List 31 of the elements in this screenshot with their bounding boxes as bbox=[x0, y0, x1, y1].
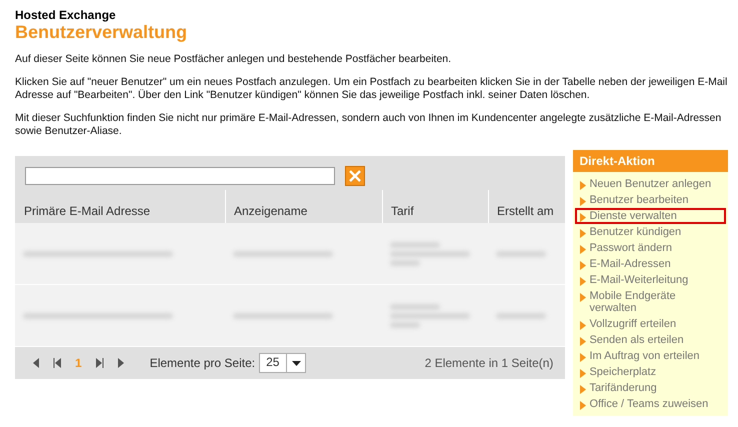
action-link[interactable]: Dienste verwalten bbox=[575, 208, 726, 224]
item-count: 2 Elemente in 1 Seite(n) bbox=[424, 356, 554, 370]
action-link[interactable]: Im Auftrag von erteilen bbox=[575, 348, 726, 364]
intro-paragraph: Klicken Sie auf "neuer Benutzer" um ein neues Postfach anzulegen. Um ein Postfach zu bearbeiten klicken Sie in der Tabelle neben der jeweiligen E-Mail Adresse auf "Bearbeiten". Über den Link "Benutzer kündigen" können Sie das jeweilige Postfach inkl. seiner Daten löschen. bbox=[15, 76, 728, 102]
last-page-icon[interactable] bbox=[96, 358, 104, 368]
action-link[interactable]: Mobile Endgeräte verwalten bbox=[575, 288, 726, 316]
action-link[interactable]: Benutzer bearbeiten bbox=[575, 192, 726, 208]
action-link[interactable]: Neuen Benutzer anlegen bbox=[575, 176, 726, 192]
page-size-select[interactable]: 25 bbox=[259, 353, 306, 373]
action-link[interactable]: Tarifänderung bbox=[575, 380, 726, 396]
action-link[interactable]: Vollzugriff erteilen bbox=[575, 316, 726, 332]
panel-title: Direkt-Aktion bbox=[573, 150, 728, 172]
action-link[interactable]: E-Mail-Weiterleitung bbox=[575, 272, 726, 288]
first-page-icon[interactable] bbox=[53, 358, 61, 368]
section-subtitle: Hosted Exchange bbox=[15, 8, 117, 22]
search-field[interactable] bbox=[25, 167, 335, 185]
column-header[interactable]: Primäre E-Mail Adresse bbox=[15, 190, 225, 223]
action-link[interactable]: Speicherplatz bbox=[575, 364, 726, 380]
action-link[interactable]: Benutzer kündigen bbox=[575, 224, 726, 240]
caret-icon bbox=[292, 360, 301, 366]
page-size-label: Elemente pro Seite: bbox=[150, 356, 256, 370]
action-link[interactable]: Office / Teams zuweisen bbox=[575, 396, 726, 412]
intro-paragraph: Auf dieser Seite können Sie neue Postfächer anlegen und bestehende Postfächer bearbeiten. bbox=[15, 53, 452, 66]
clear-button[interactable] bbox=[345, 166, 365, 186]
action-link[interactable]: E-Mail-Adressen bbox=[575, 256, 726, 272]
action-link[interactable]: Passwort ändern bbox=[575, 240, 726, 256]
next-page-icon[interactable] bbox=[118, 358, 124, 368]
intro-paragraph: Mit dieser Suchfunktion finden Sie nicht nur primäre E-Mail-Adressen, sondern auch von Ihnen im Kundencenter angelegte zusätzliche E-Mail-Adressen sowie Benutzer-Aliase. bbox=[15, 112, 722, 138]
page-title: Benutzerverwaltung bbox=[15, 22, 188, 43]
previous-page-icon[interactable] bbox=[33, 358, 39, 368]
action-link[interactable]: Senden als erteilen bbox=[575, 332, 726, 348]
